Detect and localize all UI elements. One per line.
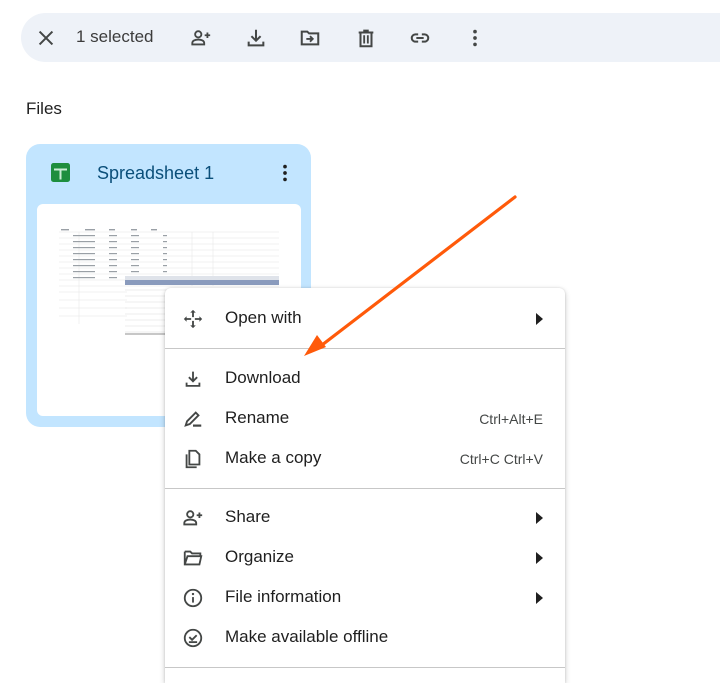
person-add-icon (181, 506, 205, 530)
menu-item-file-information[interactable]: File information (165, 577, 565, 617)
menu-item-label: Make a copy (225, 448, 322, 467)
person-add-icon (191, 30, 211, 46)
menu-divider (165, 667, 565, 668)
file-more-button[interactable] (274, 161, 296, 185)
menu-item-label: Rename (225, 408, 290, 427)
menu-item-make-available-offline[interactable]: Make available offline (165, 617, 565, 657)
selection-count: 1 selected (76, 27, 154, 46)
clear-selection-button[interactable] (33, 25, 59, 51)
google-sheets-icon (51, 163, 70, 182)
menu-item-organize[interactable]: Organize (165, 537, 565, 577)
menu-item-label: File information (225, 587, 342, 606)
trash-icon (358, 29, 374, 48)
more-actions-button[interactable] (462, 25, 488, 51)
file-title[interactable]: Spreadsheet 1 (97, 163, 214, 184)
close-icon (38, 30, 54, 46)
open-with-icon (181, 307, 205, 331)
menu-item-make-a-copy[interactable]: Make a copy Ctrl+C Ctrl+V (165, 438, 565, 478)
copy-link-button[interactable] (407, 25, 433, 51)
rename-icon (181, 407, 205, 431)
link-icon (410, 33, 430, 43)
trash-button[interactable] (353, 25, 379, 51)
menu-item-label: Open with (225, 308, 302, 327)
menu-item-label: Organize (225, 547, 294, 566)
folder-open-icon (181, 546, 205, 570)
menu-item-rename[interactable]: Rename Ctrl+Alt+E (165, 398, 565, 438)
menu-divider (165, 488, 565, 489)
share-button[interactable] (188, 25, 214, 51)
menu-item-open-with[interactable]: Open with (165, 298, 565, 338)
menu-divider (165, 348, 565, 349)
download-button[interactable] (243, 25, 269, 51)
submenu-arrow-icon (536, 592, 543, 604)
menu-item-share[interactable]: Share (165, 497, 565, 537)
copy-icon (181, 447, 205, 471)
folder-move-icon (300, 30, 320, 46)
submenu-arrow-icon (536, 552, 543, 564)
menu-item-label: Share (225, 507, 271, 526)
offline-check-icon (181, 626, 205, 650)
move-button[interactable] (297, 25, 323, 51)
menu-item-download[interactable]: Download (165, 358, 565, 398)
menu-item-label: Make available offline (225, 627, 389, 646)
more-vert-icon (283, 164, 287, 182)
info-icon (181, 586, 205, 610)
menu-item-shortcut: Ctrl+Alt+E (479, 411, 543, 427)
submenu-arrow-icon (536, 512, 543, 524)
more-vert-icon (473, 29, 477, 47)
section-title: Files (26, 99, 62, 118)
context-menu: Open with Download Rename Ctrl+Alt+E Mak… (165, 288, 565, 683)
download-icon (247, 29, 265, 47)
submenu-arrow-icon (536, 313, 543, 325)
menu-item-shortcut: Ctrl+C Ctrl+V (459, 451, 543, 467)
selection-toolbar: 1 selected (21, 13, 720, 62)
menu-item-label: Download (225, 368, 301, 387)
download-icon (181, 367, 205, 391)
